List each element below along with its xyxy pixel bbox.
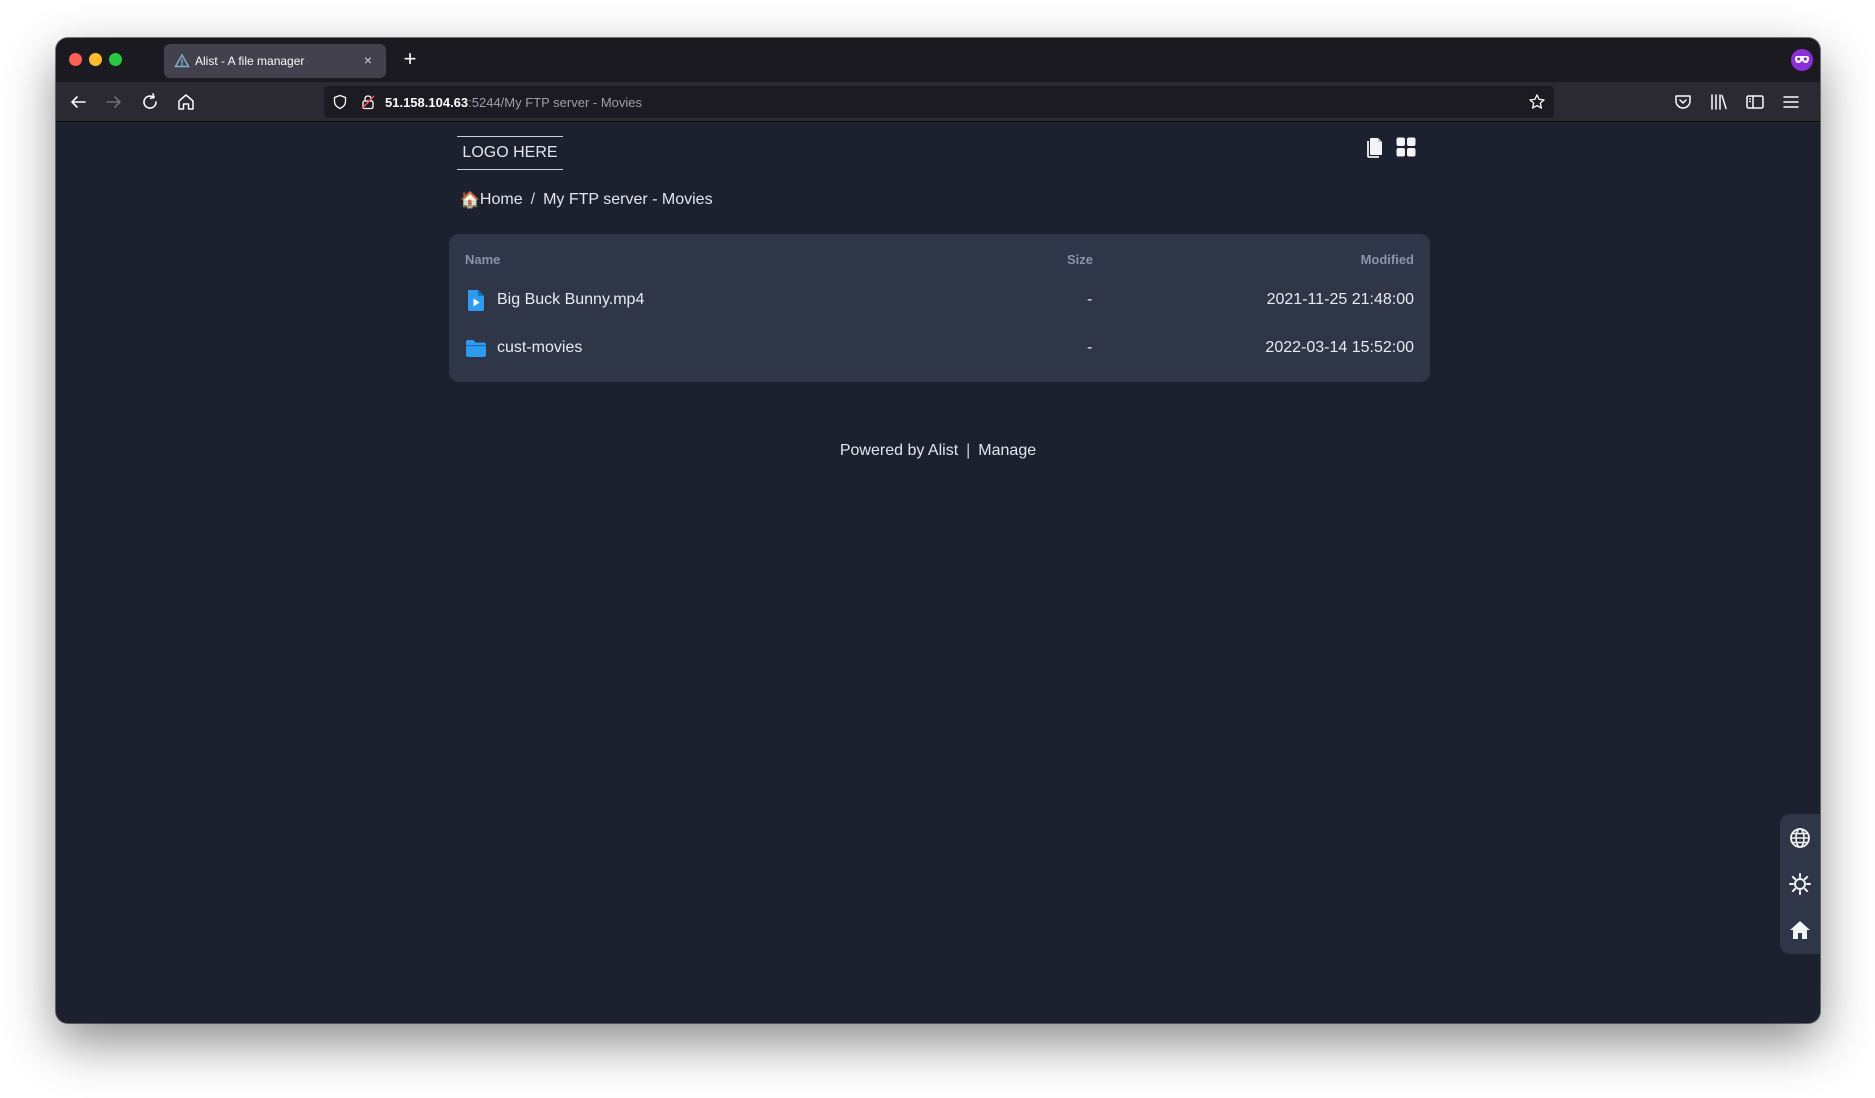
breadcrumb: 🏠 Home / My FTP server - Movies <box>460 188 713 212</box>
pocket-icon[interactable] <box>1671 90 1695 114</box>
file-list: Name Size Modified Big Buck Bunny.mp4 - … <box>449 234 1430 382</box>
site-logo[interactable]: LOGO HERE <box>457 136 563 170</box>
video-file-icon <box>468 290 484 311</box>
column-header-modified[interactable]: Modified <box>1361 252 1414 267</box>
file-name[interactable]: Big Buck Bunny.mp4 <box>497 291 644 309</box>
file-modified: 2021-11-25 21:48:00 <box>1266 291 1414 308</box>
url-text[interactable]: 51.158.104.63:5244/My FTP server - Movie… <box>385 95 642 110</box>
insecure-lock-icon[interactable] <box>360 94 376 110</box>
house-emoji-icon: 🏠 <box>460 192 480 209</box>
minimize-window-button[interactable] <box>89 53 102 66</box>
file-row[interactable]: Big Buck Bunny.mp4 - 2021-11-25 21:48:00 <box>449 278 1430 322</box>
tab-alist[interactable]: Alist - A file manager × <box>164 44 386 78</box>
column-header-name[interactable]: Name <box>465 252 500 267</box>
forward-arrow-icon[interactable] <box>102 90 126 114</box>
url-path: :5244/My FTP server - Movies <box>468 95 643 110</box>
bookmark-star-icon[interactable] <box>1528 93 1546 111</box>
alist-logo-icon <box>174 53 190 68</box>
new-tab-button[interactable]: + <box>396 46 424 74</box>
file-row[interactable]: cust-movies - 2022-03-14 15:52:00 <box>449 326 1430 370</box>
reload-icon[interactable] <box>138 90 162 114</box>
sun-icon[interactable] <box>1788 872 1812 896</box>
grid-view-icon[interactable] <box>1394 135 1418 159</box>
breadcrumb-current[interactable]: My FTP server - Movies <box>543 191 713 209</box>
tracking-shield-icon[interactable] <box>332 94 348 110</box>
page-content: LOGO HERE 🏠 Home / My FTP server - Movies… <box>56 122 1820 1023</box>
list-view-icon[interactable] <box>1363 135 1387 159</box>
address-bar[interactable]: 51.158.104.63:5244/My FTP server - Movie… <box>324 86 1554 118</box>
powered-by-link[interactable]: Powered by Alist <box>840 442 958 459</box>
close-tab-icon[interactable]: × <box>359 51 377 69</box>
close-window-button[interactable] <box>69 53 82 66</box>
manage-link[interactable]: Manage <box>978 442 1036 459</box>
side-toolbar <box>1780 814 1820 954</box>
private-browsing-icon[interactable] <box>1790 48 1814 72</box>
folder-name[interactable]: cust-movies <box>497 339 582 357</box>
maximize-window-button[interactable] <box>109 53 122 66</box>
back-arrow-icon[interactable] <box>66 90 90 114</box>
folder-icon <box>466 340 486 357</box>
home-icon[interactable] <box>174 90 198 114</box>
sidebar-toggle-icon[interactable] <box>1743 90 1767 114</box>
tab-strip: Alist - A file manager × + <box>56 38 1820 82</box>
file-modified: 2022-03-14 15:52:00 <box>1265 339 1414 356</box>
file-size: - <box>1087 291 1093 308</box>
globe-icon[interactable] <box>1788 826 1812 850</box>
breadcrumb-home[interactable]: 🏠 Home <box>460 190 523 210</box>
file-size: - <box>1087 339 1093 356</box>
hamburger-menu-icon[interactable] <box>1779 90 1803 114</box>
url-host: 51.158.104.63 <box>385 95 469 110</box>
navigation-bar: 51.158.104.63:5244/My FTP server - Movie… <box>56 82 1820 122</box>
breadcrumb-separator: / <box>530 191 536 208</box>
column-header-size[interactable]: Size <box>1067 252 1093 267</box>
footer-separator: | <box>966 442 971 459</box>
library-icon[interactable] <box>1707 90 1731 114</box>
home-icon[interactable] <box>1788 918 1812 942</box>
tab-title: Alist - A file manager <box>195 54 305 68</box>
breadcrumb-home-label: Home <box>479 191 523 208</box>
browser-window: Alist - A file manager × + 51.158.104.63… <box>56 38 1820 1023</box>
footer: Powered by Alist | Manage <box>56 442 1820 460</box>
